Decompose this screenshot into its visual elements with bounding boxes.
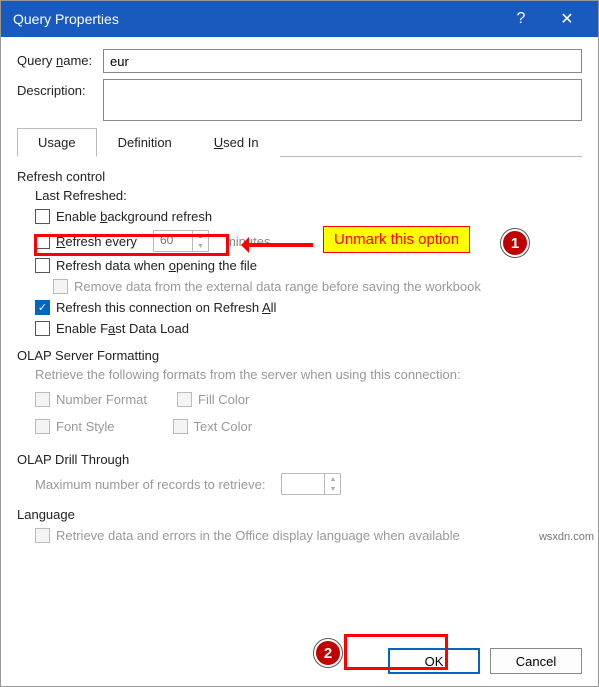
cancel-button[interactable]: Cancel [490, 648, 582, 674]
olap-format-title: OLAP Server Formatting [17, 348, 582, 363]
tab-used-in[interactable]: Used In [193, 128, 280, 157]
max-records-spinner: ▲▼ [281, 473, 341, 495]
spinner-down-icon[interactable]: ▼ [193, 241, 208, 251]
last-refreshed-label: Last Refreshed: [35, 188, 582, 203]
refresh-control-section: Refresh control Last Refreshed: Enable b… [17, 169, 582, 336]
refresh-every-checkbox[interactable] [35, 234, 50, 249]
fast-data-load-checkbox[interactable] [35, 321, 50, 336]
font-style-label: Font Style [56, 419, 115, 434]
enable-bg-refresh-label: Enable background refresh [56, 209, 212, 224]
enable-bg-refresh-checkbox[interactable] [35, 209, 50, 224]
help-button[interactable]: ? [498, 1, 544, 37]
query-properties-dialog: Query Properties ? ✕ Query name: Descrip… [0, 0, 599, 687]
description-input[interactable] [103, 79, 582, 121]
queryname-label: Query name: [17, 49, 103, 68]
language-title: Language [17, 507, 582, 522]
text-color-label: Text Color [194, 419, 253, 434]
language-section: Language Retrieve data and errors in the… [17, 507, 582, 543]
refresh-on-open-checkbox[interactable] [35, 258, 50, 273]
language-checkbox [35, 528, 50, 543]
font-style-checkbox [35, 419, 50, 434]
fast-data-load-label: Enable Fast Data Load [56, 321, 189, 336]
refresh-control-title: Refresh control [17, 169, 582, 184]
number-format-checkbox [35, 392, 50, 407]
annotation-badge-2: 2 [314, 639, 342, 667]
refresh-all-checkbox[interactable]: ✓ [35, 300, 50, 315]
fill-color-checkbox [177, 392, 192, 407]
queryname-input[interactable] [103, 49, 582, 73]
olap-format-desc: Retrieve the following formats from the … [35, 367, 582, 382]
dialog-title: Query Properties [13, 11, 498, 27]
refresh-all-label: Refresh this connection on Refresh All [56, 300, 276, 315]
olap-drill-section: OLAP Drill Through Maximum number of rec… [17, 452, 582, 495]
tab-definition[interactable]: Definition [97, 128, 193, 157]
fill-color-label: Fill Color [198, 392, 249, 407]
refresh-on-open-label: Refresh data when opening the file [56, 258, 257, 273]
dialog-footer: OK Cancel [388, 648, 582, 674]
annotation-arrow [243, 243, 313, 247]
ok-button[interactable]: OK [388, 648, 480, 674]
dialog-body: Query name: Description: Usage Definitio… [1, 37, 598, 543]
annotation-badge-1: 1 [501, 229, 529, 257]
olap-drill-title: OLAP Drill Through [17, 452, 582, 467]
watermark: wsxdn.com [539, 531, 594, 543]
spinner-down-icon: ▼ [325, 484, 340, 494]
tab-usage[interactable]: Usage [17, 128, 97, 157]
titlebar: Query Properties ? ✕ [1, 1, 598, 37]
refresh-every-spinner[interactable]: 60 ▲▼ [153, 230, 209, 252]
spinner-up-icon[interactable]: ▲ [193, 231, 208, 241]
text-color-checkbox [173, 419, 188, 434]
olap-format-section: OLAP Server Formatting Retrieve the foll… [17, 348, 582, 440]
number-format-label: Number Format [56, 392, 147, 407]
description-label: Description: [17, 79, 103, 98]
remove-data-label: Remove data from the external data range… [74, 279, 481, 294]
spinner-up-icon: ▲ [325, 474, 340, 484]
max-records-label: Maximum number of records to retrieve: [35, 477, 265, 492]
tab-strip: Usage Definition Used In [17, 127, 582, 157]
remove-data-checkbox [53, 279, 68, 294]
close-button[interactable]: ✕ [544, 1, 590, 37]
language-label: Retrieve data and errors in the Office d… [56, 528, 460, 543]
refresh-every-label: Refresh every [56, 234, 137, 249]
annotation-callout: Unmark this option [323, 226, 470, 253]
